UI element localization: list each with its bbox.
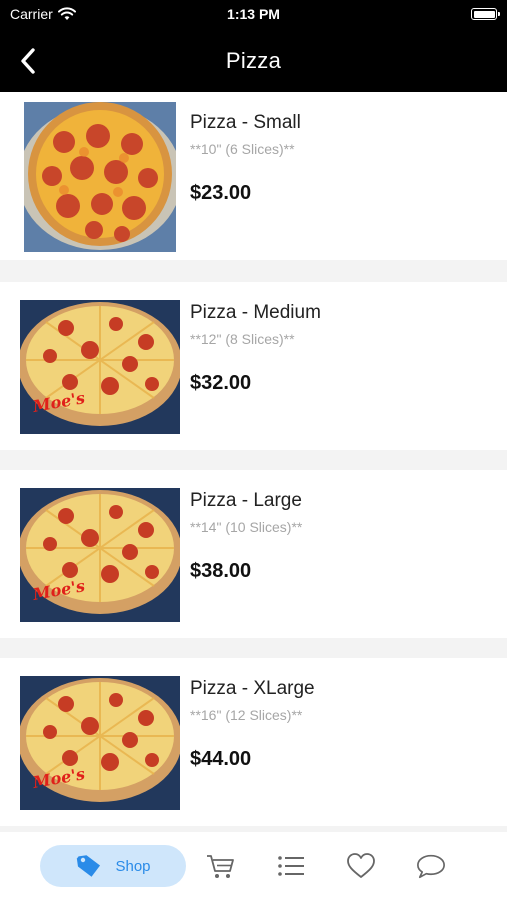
chat-icon[interactable]: [416, 851, 446, 881]
battery-icon: [471, 8, 500, 20]
heart-icon[interactable]: [346, 851, 376, 881]
pizza-photo: [24, 102, 176, 252]
nav-bar: Pizza: [0, 30, 507, 94]
cart-icon[interactable]: [205, 851, 235, 881]
product-card[interactable]: Moe's Pizza - XLarge **16" (12 Slices)**…: [0, 658, 507, 826]
pizza-photo: Moe's: [20, 300, 180, 434]
product-name: Pizza - XLarge: [190, 678, 315, 699]
product-card[interactable]: Pizza - Small **10" (6 Slices)** $23.00: [0, 92, 507, 260]
product-image: Moe's: [20, 676, 180, 810]
product-description: **10" (6 Slices)**: [190, 141, 295, 157]
product-image: Moe's: [20, 488, 180, 622]
pizza-photo: Moe's: [20, 488, 180, 622]
pizza-photo: Moe's: [20, 676, 180, 810]
product-description: **14" (10 Slices)**: [190, 519, 303, 535]
product-price: $38.00: [190, 560, 252, 582]
product-price: $23.00: [190, 182, 252, 204]
product-description: **16" (12 Slices)**: [190, 707, 303, 723]
page-title: Pizza: [225, 48, 282, 73]
list-icon[interactable]: [276, 851, 306, 881]
product-description: **12" (8 Slices)**: [190, 331, 295, 347]
product-image: Moe's: [20, 300, 180, 434]
tab-shop-label: Shop: [115, 857, 151, 875]
product-card[interactable]: Moe's Pizza - Large **14" (10 Slices)** …: [0, 470, 507, 638]
product-name: Pizza - Medium: [190, 302, 321, 323]
product-name: Pizza - Small: [190, 112, 301, 133]
tab-shop[interactable]: Shop: [40, 845, 186, 887]
tab-bar: Shop: [0, 832, 507, 900]
product-name: Pizza - Large: [190, 490, 302, 511]
status-bar: Carrier 1:13 PM: [0, 0, 507, 30]
product-price: $44.00: [190, 748, 252, 770]
product-price: $32.00: [190, 372, 252, 394]
product-card[interactable]: Moe's Pizza - Medium **12" (8 Slices)** …: [0, 282, 507, 450]
tag-icon: [77, 855, 101, 877]
status-time: 1:13 PM: [227, 6, 280, 22]
product-image: [24, 102, 176, 252]
